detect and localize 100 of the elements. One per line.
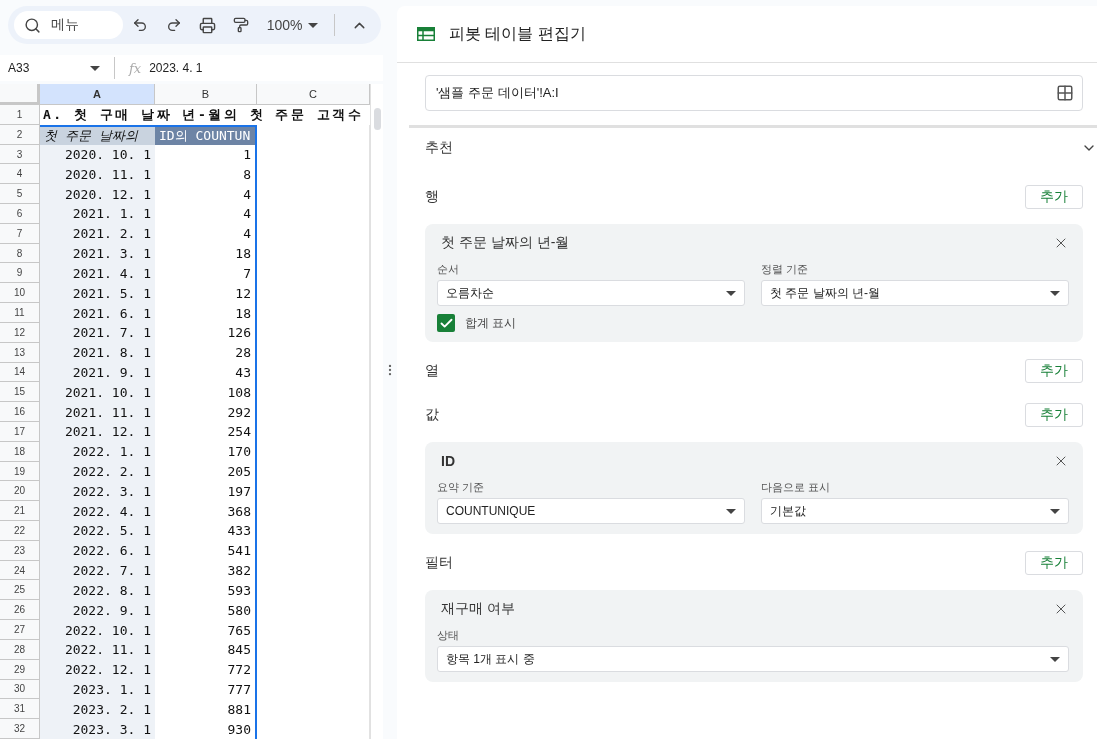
row-number: 8 (0, 243, 40, 264)
date-cell: 2022. 6. 1 (40, 540, 155, 561)
row-number: 20 (0, 481, 40, 502)
field-label: 다음으로 표시 (761, 480, 832, 495)
date-cell: 2022. 8. 1 (40, 580, 155, 601)
date-cell: 2022. 7. 1 (40, 560, 155, 581)
checkbox[interactable] (437, 314, 455, 332)
menu-search-field[interactable]: 메뉴 (14, 11, 123, 39)
dropdown-select[interactable]: 항목 1개 표시 중 (437, 646, 1069, 672)
date-cell: 2022. 12. 1 (40, 659, 155, 680)
row-number: 10 (0, 283, 40, 304)
undo-icon[interactable] (132, 17, 149, 33)
row-number: 2 (0, 124, 40, 145)
printer-icon[interactable] (198, 16, 216, 34)
date-cell: 2021. 3. 1 (40, 243, 155, 264)
row-number: 17 (0, 422, 40, 442)
card-title: 재구매 여부 (440, 600, 515, 618)
row-number: 4 (0, 164, 40, 185)
date-cell: 2023. 2. 1 (40, 699, 155, 720)
row-number: 12 (0, 322, 40, 343)
suggested-label[interactable]: 추천 (425, 139, 453, 157)
sheet-title-text: A. 첫 구매 날짜 년-월의 첫 주문 고객수 (42, 105, 365, 124)
date-cell: 2021. 6. 1 (40, 303, 155, 323)
date-cell: 2020. 12. 1 (40, 184, 155, 205)
row-number: 26 (0, 600, 40, 621)
field-label: 순서 (437, 262, 460, 277)
add-button[interactable]: 추가 (1025, 185, 1083, 209)
row-number: 1 (0, 104, 40, 125)
panel-title: 피봇 테이블 편집기 (449, 23, 586, 44)
card-title: ID (440, 453, 455, 469)
date-cell: 2021. 8. 1 (40, 342, 155, 363)
row-number: 25 (0, 580, 40, 601)
date-cell: 2023. 1. 1 (40, 679, 155, 700)
row-number: 18 (0, 441, 40, 462)
date-cell: 2022. 9. 1 (40, 600, 155, 621)
row-number: 16 (0, 402, 40, 422)
date-cell: 2022. 2. 1 (40, 461, 155, 482)
row-number: 24 (0, 560, 40, 581)
add-button[interactable]: 추가 (1025, 403, 1083, 427)
grid-icon[interactable] (1056, 84, 1074, 102)
date-cell: 2021. 5. 1 (40, 283, 155, 304)
table-icon (417, 27, 435, 41)
row-number: 9 (0, 263, 40, 284)
date-cell: 2022. 1. 1 (40, 441, 155, 462)
row-number: 21 (0, 501, 40, 522)
zoom-select[interactable]: 100% (258, 17, 327, 33)
date-cell: 2020. 11. 1 (40, 164, 155, 185)
row-number: 15 (0, 382, 40, 403)
section-label: 행 (425, 188, 439, 206)
dropdown-select[interactable]: COUNTUNIQUE (437, 498, 745, 524)
row-number: 19 (0, 461, 40, 482)
date-cell: 2022. 11. 1 (40, 639, 155, 660)
date-cell: 2021. 9. 1 (40, 362, 155, 383)
column-header[interactable]: A (40, 84, 155, 105)
date-cell: 2022. 5. 1 (40, 521, 155, 541)
data-range-field[interactable]: '샘플 주문 데이터'!A:I (425, 75, 1083, 111)
name-box[interactable]: A33 (0, 61, 108, 75)
date-cell: 2021. 11. 1 (40, 402, 155, 422)
date-cell: 2021. 2. 1 (40, 223, 155, 244)
column-header[interactable]: C (257, 84, 370, 105)
row-number: 13 (0, 342, 40, 363)
checkbox-label: 합계 표시 (465, 314, 517, 332)
section-label: 열 (425, 362, 439, 380)
row-number: 11 (0, 303, 40, 323)
date-cell: 2022. 3. 1 (40, 481, 155, 502)
row-number: 31 (0, 699, 40, 720)
row-number: 5 (0, 184, 40, 205)
row-number: 27 (0, 620, 40, 640)
formula-input[interactable]: 2023. 4. 1 (149, 61, 203, 75)
add-button[interactable]: 추가 (1025, 359, 1083, 383)
pivot-header-cell: ID의 COUNTUN (155, 124, 257, 145)
date-cell: 2023. 3. 1 (40, 719, 155, 739)
paint-roller-icon[interactable] (232, 17, 249, 33)
date-cell: 2021. 12. 1 (40, 422, 155, 442)
dropdown-select[interactable]: 오름차순 (437, 280, 745, 306)
section-label: 필터 (425, 554, 453, 572)
redo-icon[interactable] (165, 17, 182, 33)
row-number: 7 (0, 223, 40, 244)
row-number: 32 (0, 719, 40, 739)
field-label: 상태 (437, 628, 460, 643)
date-cell: 2022. 4. 1 (40, 501, 155, 522)
column-header[interactable]: B (155, 84, 257, 105)
scrollbar-thumb[interactable] (373, 108, 381, 130)
row-number: 6 (0, 204, 40, 224)
field-label: 정렬 기준 (761, 262, 810, 277)
row-number: 22 (0, 521, 40, 541)
dropdown-select[interactable]: 기본값 (761, 498, 1069, 524)
date-cell: 2021. 10. 1 (40, 382, 155, 403)
card-title: 첫 주문 날짜의 년-월 (440, 234, 570, 252)
date-cell: 2020. 10. 1 (40, 144, 155, 165)
row-number: 29 (0, 659, 40, 680)
row-number: 3 (0, 144, 40, 165)
search-icon (24, 16, 41, 34)
add-button[interactable]: 추가 (1025, 551, 1083, 575)
fx-label: fx (127, 60, 143, 76)
section-label: 값 (425, 406, 439, 424)
row-number: 28 (0, 639, 40, 660)
dropdown-select[interactable]: 첫 주문 날짜의 년-월 (761, 280, 1069, 306)
date-cell: 2021. 7. 1 (40, 322, 155, 343)
date-cell: 2021. 1. 1 (40, 204, 155, 224)
